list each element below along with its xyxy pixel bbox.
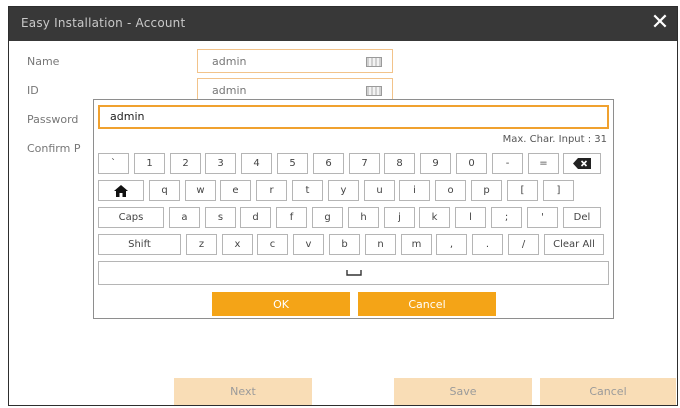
confirm-password-label: Confirm P bbox=[27, 142, 81, 155]
backspace-icon[interactable] bbox=[563, 153, 601, 174]
key-d[interactable]: d bbox=[240, 207, 271, 228]
key-s[interactable]: s bbox=[205, 207, 236, 228]
key-7[interactable]: 7 bbox=[349, 153, 380, 174]
key-e[interactable]: e bbox=[220, 180, 251, 201]
name-value: admin bbox=[212, 55, 247, 68]
keyboard-icon[interactable] bbox=[366, 86, 382, 96]
key-symbol-3-9[interactable]: . bbox=[472, 234, 503, 255]
virtual-keyboard: admin Max. Char. Input : 31 ` 1 2 3 4 5 6 7 8 9 0-… bbox=[93, 99, 614, 319]
key-caps[interactable]: Caps bbox=[98, 207, 164, 228]
id-label: ID bbox=[27, 84, 39, 97]
key-symbol-3-8[interactable]: , bbox=[436, 234, 467, 255]
key-z[interactable]: z bbox=[186, 234, 217, 255]
key-x[interactable]: x bbox=[222, 234, 253, 255]
key-symbol-2-11[interactable]: ' bbox=[527, 207, 558, 228]
key-8[interactable]: 8 bbox=[384, 153, 415, 174]
key-c[interactable]: c bbox=[257, 234, 288, 255]
key-3[interactable]: 3 bbox=[205, 153, 236, 174]
key-f[interactable]: f bbox=[276, 207, 307, 228]
key-symbol-0-12[interactable]: = bbox=[528, 153, 559, 174]
key-symbol-0-11[interactable]: - bbox=[492, 153, 523, 174]
key-6[interactable]: 6 bbox=[313, 153, 344, 174]
key-w[interactable]: w bbox=[185, 180, 216, 201]
key-t[interactable]: t bbox=[292, 180, 323, 201]
key-v[interactable]: v bbox=[293, 234, 324, 255]
key-l[interactable]: l bbox=[455, 207, 486, 228]
keyboard-input[interactable]: admin bbox=[98, 105, 609, 129]
close-icon[interactable]: ✕ bbox=[647, 10, 673, 36]
key-shift[interactable]: Shift bbox=[98, 234, 181, 255]
name-field[interactable]: admin bbox=[197, 49, 393, 73]
key-j[interactable]: j bbox=[384, 207, 415, 228]
keyboard-icon[interactable] bbox=[366, 57, 382, 67]
key-p[interactable]: p bbox=[471, 180, 502, 201]
title-bar: Easy Installation - Account ✕ bbox=[9, 7, 677, 41]
max-char-text: Max. Char. Input : 31 bbox=[502, 134, 607, 145]
next-button[interactable]: Next bbox=[174, 378, 312, 405]
key-u[interactable]: u bbox=[364, 180, 395, 201]
key-q[interactable]: q bbox=[149, 180, 180, 201]
ok-button[interactable]: OK bbox=[212, 292, 350, 316]
key-4[interactable]: 4 bbox=[241, 153, 272, 174]
key-symbol-3-10[interactable]: / bbox=[508, 234, 539, 255]
key-symbol-0-0[interactable]: ` bbox=[98, 153, 129, 174]
space-icon[interactable] bbox=[98, 261, 609, 285]
cancel-button[interactable]: Cancel bbox=[540, 378, 676, 405]
key-m[interactable]: m bbox=[401, 234, 432, 255]
key-i[interactable]: i bbox=[399, 180, 430, 201]
key-2[interactable]: 2 bbox=[170, 153, 201, 174]
key-clear-all[interactable]: Clear All bbox=[544, 234, 604, 255]
key-9[interactable]: 9 bbox=[420, 153, 451, 174]
key-symbol-2-10[interactable]: ; bbox=[491, 207, 522, 228]
key-del[interactable]: Del bbox=[563, 207, 601, 228]
key-o[interactable]: o bbox=[435, 180, 466, 201]
key-h[interactable]: h bbox=[348, 207, 379, 228]
home-icon[interactable] bbox=[98, 180, 144, 201]
key-symbol-1-12[interactable]: ] bbox=[543, 180, 574, 201]
keyboard-cancel-button[interactable]: Cancel bbox=[358, 292, 496, 316]
key-0[interactable]: 0 bbox=[456, 153, 487, 174]
key-5[interactable]: 5 bbox=[277, 153, 308, 174]
installation-window: Easy Installation - Account ✕ Name admin… bbox=[8, 6, 678, 406]
key-y[interactable]: y bbox=[328, 180, 359, 201]
password-label: Password bbox=[27, 113, 79, 126]
key-k[interactable]: k bbox=[419, 207, 450, 228]
window-title: Easy Installation - Account bbox=[21, 16, 186, 30]
name-label: Name bbox=[27, 55, 60, 68]
key-symbol-1-11[interactable]: [ bbox=[507, 180, 538, 201]
key-b[interactable]: b bbox=[329, 234, 360, 255]
save-button[interactable]: Save bbox=[394, 378, 532, 405]
id-value: admin bbox=[212, 84, 247, 97]
key-n[interactable]: n bbox=[365, 234, 396, 255]
key-1[interactable]: 1 bbox=[134, 153, 165, 174]
key-g[interactable]: g bbox=[312, 207, 343, 228]
key-r[interactable]: r bbox=[256, 180, 287, 201]
key-a[interactable]: a bbox=[169, 207, 200, 228]
